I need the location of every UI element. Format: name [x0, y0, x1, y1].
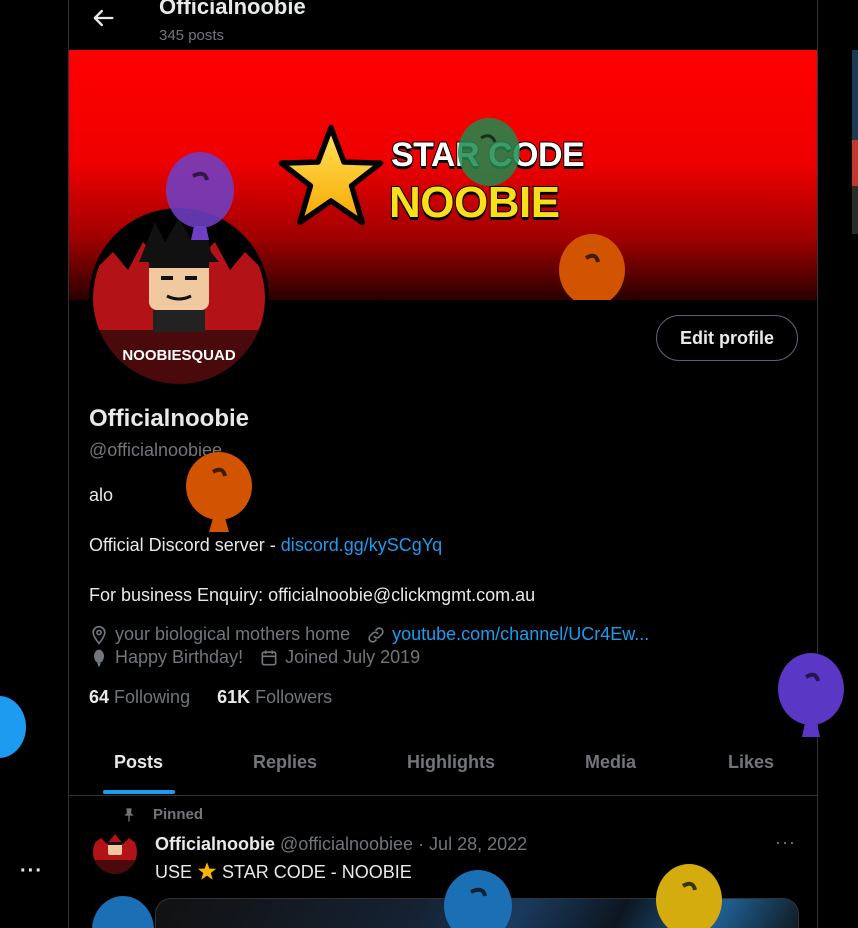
balloon-purple-icon — [778, 653, 844, 737]
location-icon — [89, 625, 109, 645]
compose-post-button[interactable] — [0, 696, 26, 758]
link-icon — [366, 625, 386, 645]
edit-profile-button[interactable]: Edit profile — [656, 315, 798, 361]
right-panel-edge — [852, 50, 858, 890]
post-header: Officialnoobie @officialnoobiee · Jul 28… — [155, 834, 527, 855]
active-tab-indicator — [103, 790, 175, 794]
calendar-icon — [259, 648, 279, 668]
star-icon — [278, 124, 384, 226]
post-meta: @officialnoobiee · Jul 28, 2022 — [280, 834, 528, 854]
more-options-icon[interactable]: ··· — [20, 860, 43, 883]
followers-link[interactable]: 61K Followers — [217, 687, 332, 707]
balloon-icon — [89, 648, 109, 668]
tab-likes[interactable]: Likes — [728, 752, 774, 773]
tab-highlights[interactable]: Highlights — [407, 752, 495, 773]
post-more-icon[interactable]: ··· — [775, 832, 796, 853]
bio-line-2-text: Official Discord server - — [89, 535, 281, 555]
post-author-name[interactable]: Officialnoobie — [155, 834, 275, 854]
following-label: Following — [114, 687, 191, 707]
top-bar: Officialnoobie 345 posts — [69, 0, 817, 50]
balloon-orange-icon — [559, 234, 625, 300]
profile-meta-row-2: Happy Birthday! Joined July 2019 — [89, 647, 420, 668]
post-count: 345 posts — [159, 27, 225, 44]
following-link[interactable]: 64 Following — [89, 687, 190, 707]
following-count: 64 — [89, 687, 110, 707]
profile-column: Officialnoobie 345 posts STAR CODE NOOBI… — [68, 0, 818, 928]
profile-name: Officialnoobie — [89, 405, 250, 432]
tab-posts[interactable]: Posts — [114, 752, 163, 773]
follow-stats: 64 Following 61K Followers — [89, 687, 332, 708]
header-name: Officialnoobie — [159, 0, 306, 19]
star-emoji-icon — [197, 861, 217, 886]
bio-line-2: Official Discord server - discord.gg/kyS… — [89, 535, 442, 556]
balloon-yellow-icon — [656, 864, 722, 928]
tab-media[interactable]: Media — [585, 752, 636, 773]
pin-icon — [121, 807, 137, 823]
pinned-label: Pinned — [153, 806, 204, 823]
balloon-purple-icon — [166, 152, 234, 240]
post-text-before: USE — [155, 862, 193, 882]
followers-count: 61K — [217, 687, 251, 707]
profile-meta-row-1: your biological mothers home youtube.com… — [89, 624, 649, 645]
location-text: your biological mothers home — [115, 624, 351, 644]
avatar-label: NOOBIESQUAD — [122, 347, 236, 364]
post-text-after: STAR CODE - NOOBIE — [222, 862, 412, 882]
bio-line-1: alo — [89, 485, 114, 505]
balloon-blue-icon — [444, 870, 512, 928]
joined-text: Joined July 2019 — [285, 647, 421, 667]
post-text: USE STAR CODE - NOOBIE — [155, 861, 412, 886]
balloon-blue-icon — [92, 896, 154, 928]
followers-label: Followers — [255, 687, 333, 707]
bio-line-3: For business Enquiry: officialnoobie@cli… — [89, 585, 536, 605]
discord-link[interactable]: discord.gg/kySCgYq — [281, 535, 442, 555]
back-arrow-icon[interactable] — [89, 4, 117, 32]
balloon-green-icon — [458, 118, 520, 186]
website-link[interactable]: youtube.com/channel/UCr4Ew... — [392, 624, 649, 645]
post-author-avatar[interactable] — [93, 830, 137, 874]
pinned-indicator: Pinned — [121, 806, 203, 823]
birthday-text: Happy Birthday! — [115, 647, 244, 667]
balloon-orange-icon — [186, 452, 252, 532]
profile-tabs: Posts Replies Highlights Media Likes — [69, 730, 817, 796]
tab-replies[interactable]: Replies — [253, 752, 317, 773]
